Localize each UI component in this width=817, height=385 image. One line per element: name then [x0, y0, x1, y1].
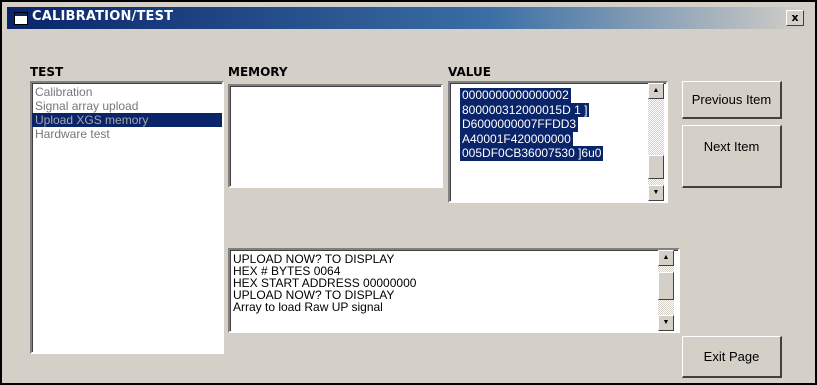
window-title: CALIBRATION/TEST [32, 9, 174, 24]
test-label: TEST [30, 65, 64, 79]
log-scrollbar[interactable]: ▲ ▼ [658, 250, 674, 331]
previous-item-button[interactable]: Previous Item [682, 81, 782, 119]
close-icon: x [791, 11, 799, 24]
scroll-up-arrow-icon[interactable]: ▲ [658, 250, 674, 266]
scroll-up-arrow-icon[interactable]: ▲ [648, 83, 664, 99]
value-textbox[interactable]: 0000000000000002 800000312000015D 1 ] D600… [448, 81, 668, 203]
test-listbox[interactable]: Calibration Signal array upload Upload XGS… [30, 81, 224, 354]
test-list-item[interactable]: Hardware test [32, 127, 222, 141]
title-bar[interactable]: CALIBRATION/TEST x [7, 7, 810, 29]
value-label: VALUE [448, 65, 491, 79]
log-line: Array to load Raw UP signal [233, 300, 383, 314]
calibration-test-window: CALIBRATION/TEST x TEST Calibration Signa… [0, 0, 817, 385]
memory-textbox[interactable] [228, 84, 443, 188]
test-list-item[interactable]: Calibration [32, 85, 222, 99]
close-button[interactable]: x [786, 10, 804, 26]
log-textbox[interactable]: UPLOAD NOW? TO DISPLAY HEX # BYTES 0064 HE… [228, 248, 680, 333]
test-list-item[interactable]: Signal array upload [32, 99, 222, 113]
value-line: 005DF0CB36007530 ]6u0 [460, 146, 604, 161]
next-item-button[interactable]: Next Item [682, 125, 782, 188]
value-scroll-thumb[interactable] [648, 155, 664, 179]
memory-label: MEMORY [228, 65, 288, 79]
exit-page-button[interactable]: Exit Page [682, 336, 782, 378]
window-app-icon [14, 12, 28, 25]
value-scrollbar[interactable]: ▲ ▼ [648, 83, 664, 201]
scroll-down-arrow-icon[interactable]: ▼ [658, 315, 674, 331]
log-scroll-thumb[interactable] [658, 272, 674, 300]
scroll-down-arrow-icon[interactable]: ▼ [648, 185, 664, 201]
test-list-item[interactable]: Upload XGS memory [32, 113, 222, 127]
